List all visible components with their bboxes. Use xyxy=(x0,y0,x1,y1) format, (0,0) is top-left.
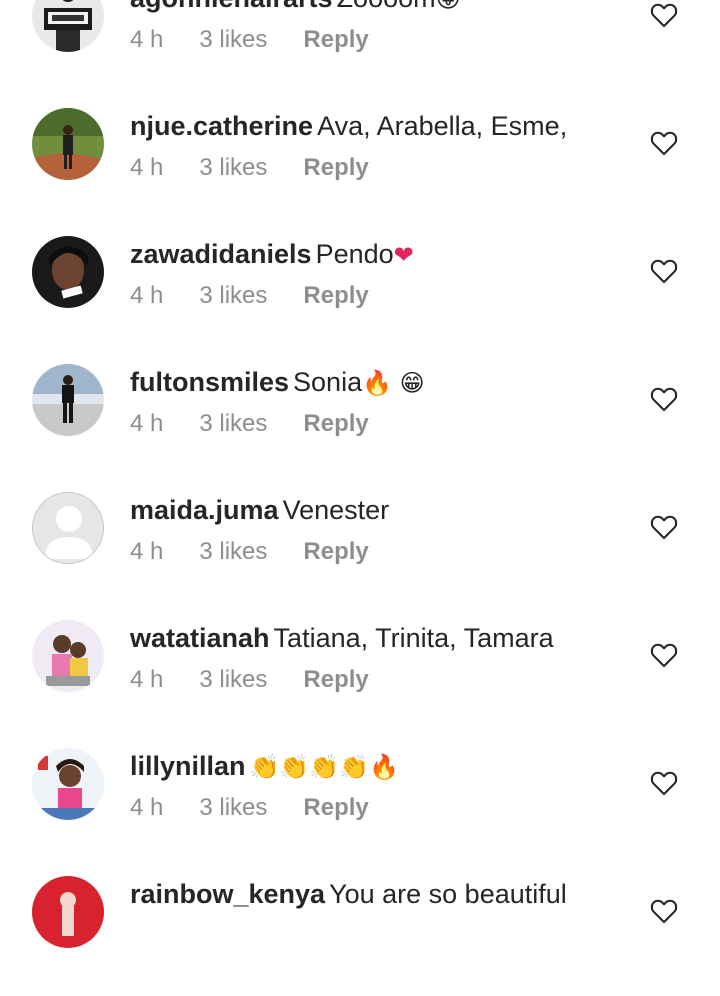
comment-message: Tatiana, Trinita, Tamara xyxy=(273,623,554,653)
heart-outline-icon[interactable] xyxy=(650,2,678,28)
reply-button[interactable]: Reply xyxy=(303,666,368,694)
heart-outline-icon[interactable] xyxy=(650,514,678,540)
comment-time: 4 h xyxy=(130,26,164,53)
comment-likes[interactable]: 3 likes xyxy=(199,410,267,438)
comment-meta: 4 h 3 likes Reply xyxy=(130,26,405,54)
heart-emoji: ❤ xyxy=(393,241,414,269)
comment-text: fultonsmiles Sonia🔥 😁 xyxy=(130,366,590,399)
comment-text: zawadidaniels Pendo❤ xyxy=(130,238,590,271)
comment-likes[interactable]: 3 likes xyxy=(199,666,267,694)
comment-time: 4 h xyxy=(130,410,164,437)
comment-text: maida.juma Venester xyxy=(130,494,590,527)
reply-button[interactable]: Reply xyxy=(303,154,368,182)
heart-outline-icon[interactable] xyxy=(650,898,678,924)
reply-button[interactable]: Reply xyxy=(303,410,368,438)
avatar[interactable] xyxy=(32,0,104,52)
avatar[interactable] xyxy=(32,620,104,692)
heart-outline-icon[interactable] xyxy=(650,258,678,284)
comment-time: 4 h xyxy=(130,538,164,565)
comment-likes[interactable]: 3 likes xyxy=(199,282,267,310)
comment-time: 4 h xyxy=(130,282,164,309)
heart-outline-icon[interactable] xyxy=(650,642,678,668)
avatar[interactable] xyxy=(32,236,104,308)
comment-item: maida.juma Venester 4 h 3 likes Reply xyxy=(0,484,720,612)
comment-time: 4 h xyxy=(130,154,164,181)
comment-text: njue.catherine Ava, Arabella, Esme, xyxy=(130,110,590,143)
comment-message: Ava, Arabella, Esme, xyxy=(317,111,568,141)
comment-username[interactable]: rainbow_kenya xyxy=(130,879,325,909)
comment-username[interactable]: watatianah xyxy=(130,623,270,653)
comment-text: lillynillan 👏👏👏👏🔥 xyxy=(130,750,590,783)
heart-outline-icon[interactable] xyxy=(650,130,678,156)
comment-text: watatianah Tatiana, Trinita, Tamara xyxy=(130,622,590,655)
comment-message: Venester xyxy=(282,495,390,525)
avatar[interactable] xyxy=(32,108,104,180)
comment-username[interactable]: njue.catherine xyxy=(130,111,313,141)
default-avatar-icon[interactable] xyxy=(32,492,104,564)
comment-likes[interactable]: 3 likes xyxy=(199,154,267,182)
comment-emoji: 🔥 😁 xyxy=(362,369,425,397)
comment-item: lillynillan 👏👏👏👏🔥 4 h 3 likes Reply xyxy=(0,740,720,868)
comment-meta: 4 h 3 likes Reply xyxy=(130,410,405,438)
comment-item: njue.catherine Ava, Arabella, Esme, 4 h 3 … xyxy=(0,100,720,228)
comment-item: agonniehairarts Zoooom😝 4 h 3 likes Reply xyxy=(0,0,720,100)
avatar[interactable] xyxy=(32,876,104,948)
comment-meta: 4 h 3 likes Reply xyxy=(130,154,405,182)
comment-emoji: 😝 xyxy=(436,0,461,13)
reply-button[interactable]: Reply xyxy=(303,794,368,822)
comment-username[interactable]: zawadidaniels xyxy=(130,239,312,269)
heart-outline-icon[interactable] xyxy=(650,386,678,412)
comment-item: watatianah Tatiana, Trinita, Tamara 4 h 3 … xyxy=(0,612,720,740)
comment-emoji: 👏👏👏👏🔥 xyxy=(249,753,399,781)
comment-meta: 4 h 3 likes Reply xyxy=(130,282,405,310)
comment-meta: 4 h 3 likes Reply xyxy=(130,666,405,694)
comment-username[interactable]: agonniehairarts xyxy=(130,0,333,13)
reply-button[interactable]: Reply xyxy=(303,538,368,566)
reply-button[interactable]: Reply xyxy=(303,26,368,54)
reply-button[interactable]: Reply xyxy=(303,282,368,310)
comment-message: You are so beautiful xyxy=(329,879,567,909)
comments-list: agonniehairarts Zoooom😝 4 h 3 likes Reply n… xyxy=(0,0,720,948)
comment-item: fultonsmiles Sonia🔥 😁 4 h 3 likes Reply xyxy=(0,356,720,484)
comment-username[interactable]: fultonsmiles xyxy=(130,367,289,397)
comment-time: 4 h xyxy=(130,794,164,821)
comment-meta: 4 h 3 likes Reply xyxy=(130,538,405,566)
comment-item: zawadidaniels Pendo❤ 4 h 3 likes Reply xyxy=(0,228,720,356)
comment-text: rainbow_kenya You are so beautiful xyxy=(130,878,590,911)
comment-likes[interactable]: 3 likes xyxy=(199,794,267,822)
comment-username[interactable]: maida.juma xyxy=(130,495,279,525)
comment-item: rainbow_kenya You are so beautiful xyxy=(0,868,720,996)
comment-message: Sonia xyxy=(293,367,363,397)
comment-time: 4 h xyxy=(130,666,164,693)
comment-message: Zoooom xyxy=(337,0,436,13)
comment-likes[interactable]: 3 likes xyxy=(199,26,267,54)
comment-message: Pendo xyxy=(315,239,394,269)
comment-username[interactable]: lillynillan xyxy=(130,751,246,781)
comment-meta: 4 h 3 likes Reply xyxy=(130,794,405,822)
comment-text: agonniehairarts Zoooom😝 xyxy=(130,0,590,15)
avatar[interactable] xyxy=(32,364,104,436)
avatar[interactable] xyxy=(32,748,104,820)
comment-likes[interactable]: 3 likes xyxy=(199,538,267,566)
heart-outline-icon[interactable] xyxy=(650,770,678,796)
